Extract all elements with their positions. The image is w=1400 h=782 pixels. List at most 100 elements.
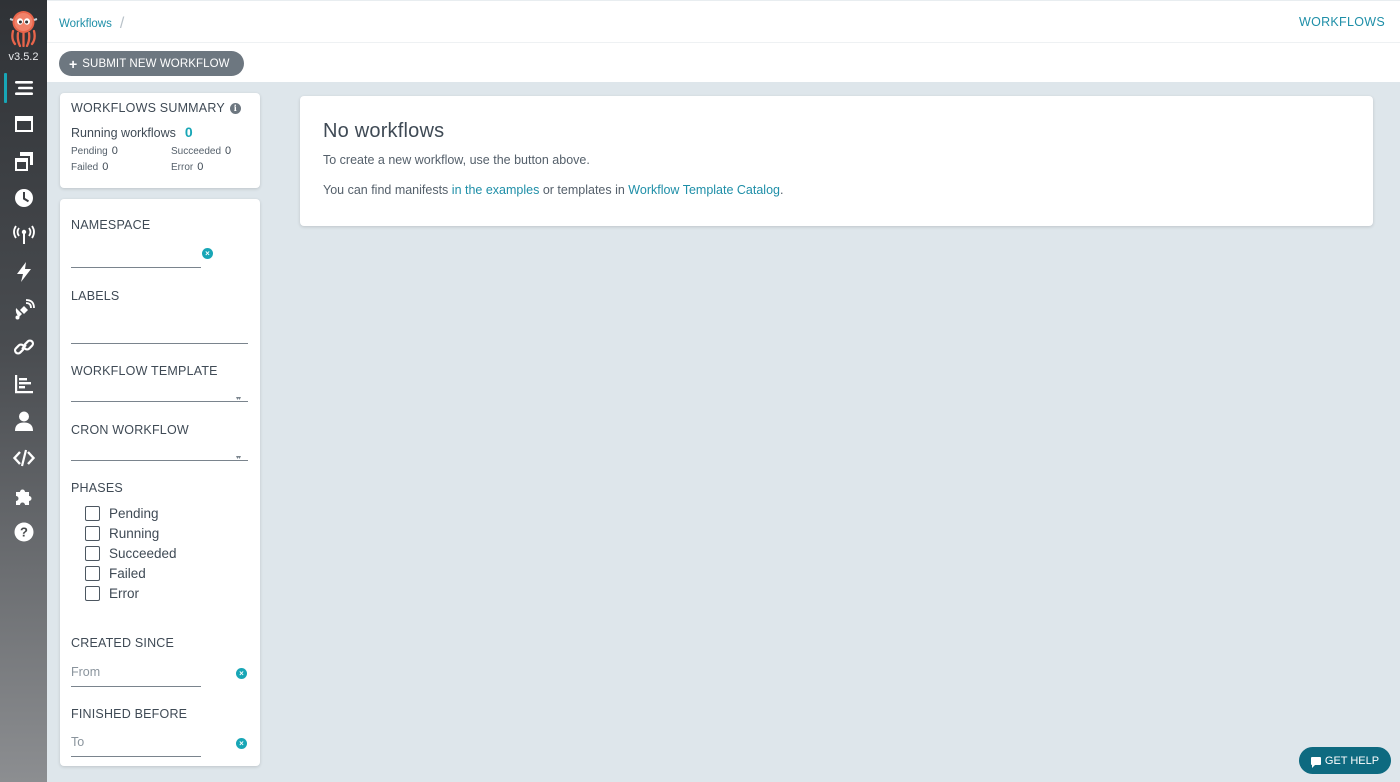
labels-input[interactable] bbox=[71, 343, 248, 344]
phase-checkbox-pending[interactable]: Pending bbox=[85, 506, 159, 521]
sidebar-item-sensors[interactable] bbox=[0, 257, 47, 287]
plus-icon: + bbox=[69, 55, 78, 72]
phase-label: Failed bbox=[109, 566, 146, 581]
cron-workflows-clock-icon bbox=[14, 189, 33, 207]
created-since-clear-icon[interactable]: × bbox=[236, 668, 247, 679]
workflows-list-icon bbox=[14, 81, 33, 95]
phase-checkbox-succeeded[interactable]: Succeeded bbox=[85, 546, 177, 561]
phase-checkbox-error[interactable]: Error bbox=[85, 586, 139, 601]
finished-before-label: FINISHED BEFORE bbox=[71, 707, 188, 721]
breadcrumb: Workflows / bbox=[59, 15, 124, 33]
summary-title: WORKFLOWS SUMMARY bbox=[71, 101, 225, 115]
api-docs-link-icon bbox=[13, 339, 34, 355]
toolbar-divider bbox=[47, 42, 1400, 43]
namespace-input[interactable] bbox=[71, 267, 201, 268]
sidebar-item-cluster-workflow-templates[interactable] bbox=[0, 146, 47, 176]
created-since-input[interactable]: From bbox=[71, 665, 100, 679]
stat-failed: Failed 0 bbox=[71, 161, 171, 173]
argo-logo-icon[interactable] bbox=[8, 9, 39, 47]
phases-label: PHASES bbox=[71, 481, 123, 495]
empty-state-text: To create a new workflow, use the button… bbox=[323, 153, 590, 167]
checkbox[interactable] bbox=[85, 586, 100, 601]
phase-label: Succeeded bbox=[109, 546, 177, 561]
cluster-workflow-templates-icon bbox=[14, 152, 33, 171]
breadcrumb-separator: / bbox=[119, 15, 125, 32]
stat-pending-label: Pending bbox=[71, 146, 108, 157]
breadcrumb-workflows-link[interactable]: Workflows bbox=[59, 18, 112, 30]
sidebar-item-workflows[interactable] bbox=[0, 73, 47, 103]
running-workflows-row: Running workflows 0 bbox=[71, 124, 249, 140]
chevron-down-icon: ▾▾ bbox=[236, 455, 241, 461]
empty-state-card: No workflows To create a new workflow, u… bbox=[300, 96, 1373, 226]
cron-workflow-select[interactable] bbox=[71, 460, 248, 461]
empty-state-title: No workflows bbox=[323, 120, 445, 142]
sidebar: v3.5.2 ? bbox=[0, 0, 47, 782]
event-sources-antenna-icon bbox=[12, 225, 35, 244]
filters-panel: NAMESPACE × LABELS WORKFLOW TEMPLATE ▾▾ … bbox=[60, 199, 260, 766]
running-label: Running workflows bbox=[71, 126, 176, 140]
phase-checkbox-failed[interactable]: Failed bbox=[85, 566, 146, 581]
checkbox[interactable] bbox=[85, 526, 100, 541]
submit-new-workflow-button[interactable]: + SUBMIT NEW WORKFLOW bbox=[59, 51, 244, 76]
stat-succeeded-label: Succeeded bbox=[171, 146, 222, 157]
stat-failed-count: 0 bbox=[102, 161, 109, 173]
finished-before-input[interactable]: To bbox=[71, 735, 84, 749]
phase-label: Pending bbox=[109, 506, 159, 521]
stat-error: Error 0 bbox=[171, 161, 251, 173]
sidebar-item-plugins[interactable] bbox=[0, 481, 47, 511]
plugins-puzzle-icon bbox=[15, 489, 31, 505]
phase-stats: Pending 0 Succeeded 0 Failed 0 Error 0 bbox=[71, 145, 249, 173]
namespace-clear-icon[interactable]: × bbox=[202, 248, 213, 259]
sidebar-item-user[interactable] bbox=[0, 406, 47, 436]
stat-error-count: 0 bbox=[197, 161, 204, 173]
submit-new-workflow-label: SUBMIT NEW WORKFLOW bbox=[82, 57, 230, 70]
info-icon[interactable]: i bbox=[229, 102, 241, 114]
sidebar-item-help[interactable]: ? bbox=[0, 517, 47, 547]
sidebar-item-event-flow[interactable] bbox=[0, 295, 47, 325]
templates-middle: or templates in bbox=[539, 183, 629, 197]
sidebar-item-api-docs[interactable] bbox=[0, 332, 47, 362]
page-title: WORKFLOWS bbox=[1298, 15, 1385, 29]
links-suffix: . bbox=[780, 183, 784, 197]
sidebar-item-workflow-templates[interactable] bbox=[0, 109, 47, 139]
workflow-template-label: WORKFLOW TEMPLATE bbox=[71, 364, 218, 378]
event-flow-satellite-icon bbox=[15, 299, 35, 320]
version-label: v3.5.2 bbox=[8, 51, 39, 63]
stat-error-label: Error bbox=[171, 162, 194, 173]
checkbox[interactable] bbox=[85, 506, 100, 521]
namespace-label: NAMESPACE bbox=[71, 218, 151, 232]
running-count: 0 bbox=[184, 124, 193, 140]
top-bar: Workflows / WORKFLOWS + SUBMIT NEW WORKF… bbox=[47, 0, 1400, 82]
finished-before-clear-icon[interactable]: × bbox=[236, 738, 247, 749]
empty-state-links: You can find manifests in the examples o… bbox=[323, 183, 1350, 197]
api-code-icon bbox=[12, 449, 35, 467]
get-help-button[interactable]: GET HELP bbox=[1299, 747, 1391, 774]
sidebar-item-cron-workflows[interactable] bbox=[0, 183, 47, 213]
phase-label: Error bbox=[109, 586, 139, 601]
stat-succeeded: Succeeded 0 bbox=[171, 145, 251, 157]
stat-pending: Pending 0 bbox=[71, 145, 171, 157]
sidebar-item-api[interactable] bbox=[0, 443, 47, 473]
phase-checkbox-running[interactable]: Running bbox=[85, 526, 159, 541]
workflows-summary-panel: WORKFLOWS SUMMARY i Running workflows 0 … bbox=[60, 93, 260, 188]
stat-pending-count: 0 bbox=[111, 145, 118, 157]
created-since-label: CREATED SINCE bbox=[71, 636, 175, 650]
workflow-template-select[interactable] bbox=[71, 401, 248, 402]
get-help-label: GET HELP bbox=[1324, 754, 1380, 767]
checkbox[interactable] bbox=[85, 566, 100, 581]
template-catalog-link[interactable]: Workflow Template Catalog bbox=[628, 183, 780, 197]
chat-icon bbox=[1310, 756, 1321, 768]
svg-text:?: ? bbox=[20, 525, 28, 540]
sidebar-item-event-sources[interactable] bbox=[0, 220, 47, 250]
stat-failed-label: Failed bbox=[71, 162, 99, 173]
examples-link[interactable]: in the examples bbox=[452, 183, 540, 197]
summary-title-row: WORKFLOWS SUMMARY i bbox=[71, 101, 249, 115]
cron-workflow-label: CRON WORKFLOW bbox=[71, 423, 189, 437]
checkbox[interactable] bbox=[85, 546, 100, 561]
created-since-underline bbox=[71, 686, 201, 687]
finished-before-underline bbox=[71, 756, 201, 757]
labels-label: LABELS bbox=[71, 289, 120, 303]
workflow-templates-icon bbox=[14, 116, 33, 132]
help-icon: ? bbox=[14, 522, 33, 542]
sidebar-item-reports[interactable] bbox=[0, 369, 47, 399]
